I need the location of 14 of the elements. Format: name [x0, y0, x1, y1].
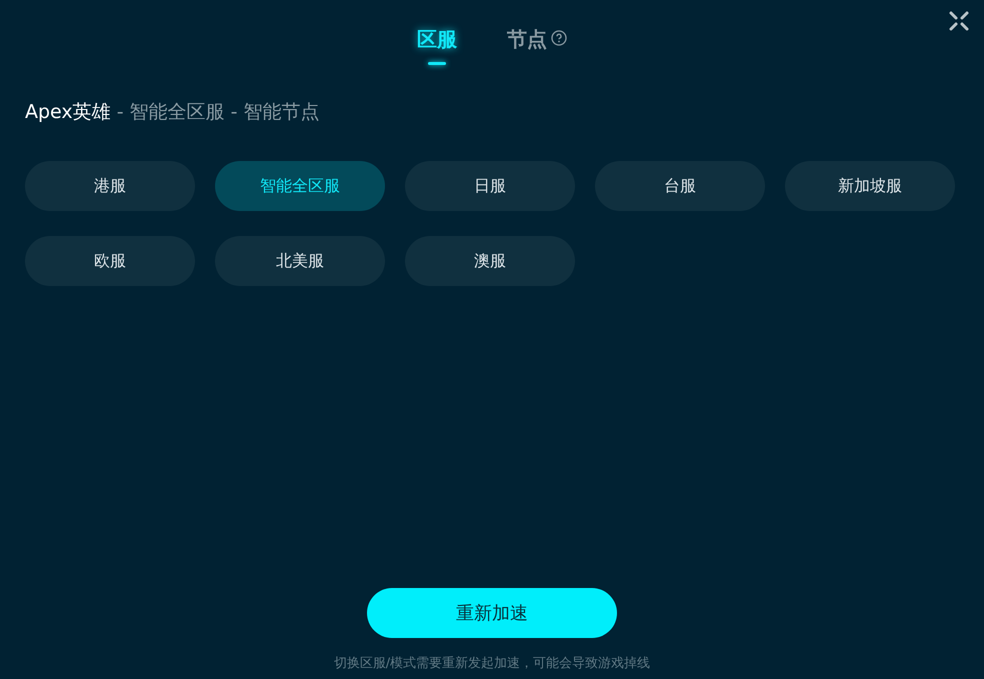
help-icon[interactable] — [551, 30, 567, 46]
tab[interactable]: 区服 — [417, 24, 457, 65]
region-button[interactable]: 北美服 — [215, 236, 385, 286]
region-button[interactable]: 智能全区服 — [215, 160, 385, 210]
notice-text: 切换区服/模式需要重新发起加速，可能会导致游戏掉线 — [334, 655, 650, 673]
tab[interactable]: 节点 — [507, 24, 547, 65]
reaccelerate-button[interactable]: 重新加速 — [367, 588, 617, 638]
region-button[interactable]: 日服 — [405, 160, 575, 210]
region-button[interactable]: 澳服 — [405, 236, 575, 286]
region-button[interactable]: 港服 — [25, 160, 195, 210]
region-button[interactable]: 台服 — [595, 160, 765, 210]
region-button[interactable]: 新加坡服 — [785, 160, 955, 210]
breadcrumb-text: Apex英雄 - 智能全区服 - 智能节点 — [25, 100, 321, 125]
region-button[interactable]: 欧服 — [25, 236, 195, 286]
